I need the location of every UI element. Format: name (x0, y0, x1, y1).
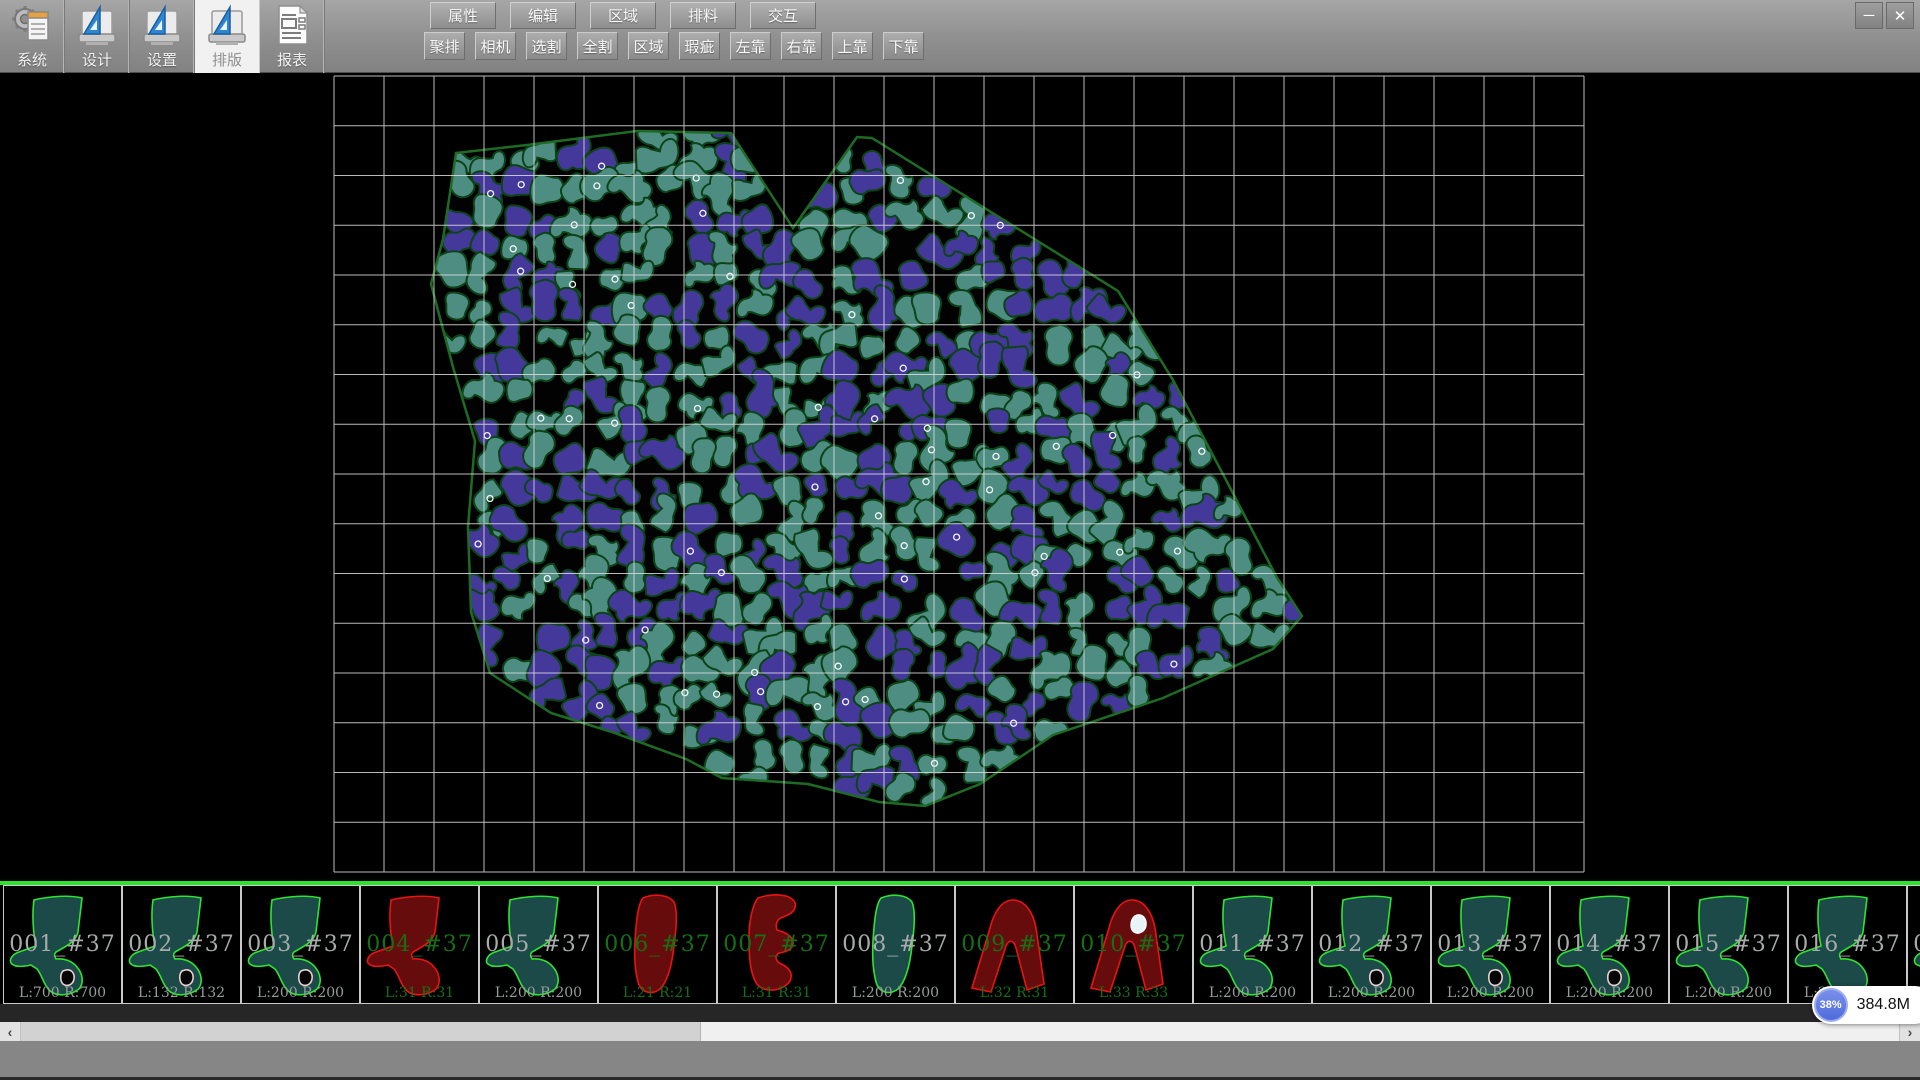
piece-thumbnail-cell[interactable]: 006_#37 L:21 R:21 (598, 885, 717, 1004)
piece-thumbnail-cell[interactable]: 002_#37 L:132 R:132 (122, 885, 241, 1004)
piece-shape-preview (956, 886, 1073, 1003)
piece-shape-preview (718, 886, 835, 1003)
piece-shape-preview (242, 886, 359, 1003)
piece-shape-preview (1670, 886, 1787, 1003)
piece-thumbnail-cell[interactable]: 015_#37 L:200 R:200 (1669, 885, 1788, 1004)
tool-button[interactable]: 区域 (628, 32, 669, 60)
piece-thumbnail-cell[interactable]: 010_#37 L:33 R:33 (1074, 885, 1193, 1004)
menu-tab[interactable]: 编辑 (510, 2, 576, 29)
tool-button[interactable]: 右靠 (781, 32, 822, 60)
piece-thumbnail-cell[interactable]: 008_#37 L:200 R:200 (836, 885, 955, 1004)
tool-button[interactable]: 相机 (475, 32, 516, 60)
piece-thumbnail-cell[interactable]: 012_#37 L:200 R:200 (1312, 885, 1431, 1004)
piece-shape-preview (361, 886, 478, 1003)
main-button-label: 系统 (17, 49, 47, 70)
piece-thumbnail-cell[interactable]: 013_#37 L:200 R:200 (1431, 885, 1550, 1004)
piece-shape-preview (123, 886, 240, 1003)
memory-status-badge: 38% 384.8M (1812, 986, 1920, 1024)
progress-percent-badge: 38% (1814, 988, 1848, 1022)
main-button-label: 排版 (212, 49, 242, 70)
main-button-bar: 系统 设计 (0, 0, 325, 73)
main-button[interactable]: 系统 (0, 0, 65, 73)
menu-tab-bar: 属性 编辑 区域 排料 交互 (430, 2, 816, 29)
nesting-canvas[interactable] (0, 73, 1920, 882)
piece-thumbnail-cell[interactable]: 005_#37 L:200 R:200 (479, 885, 598, 1004)
app-window: 系统 设计 (0, 0, 1920, 1080)
scrollbar-thumb[interactable] (20, 1022, 701, 1041)
piece-shape-preview (1075, 886, 1192, 1003)
memory-value-label: 384.8M (1857, 996, 1910, 1014)
status-bar (0, 1041, 1920, 1080)
piece-shape-preview (1194, 886, 1311, 1003)
piece-thumbnail-cell[interactable]: 001_#37 L:700 R:700 (3, 885, 122, 1004)
horizontal-scrollbar[interactable]: ‹ › (0, 1022, 1920, 1041)
tool-button[interactable]: 瑕疵 (679, 32, 720, 60)
menu-tab[interactable]: 区域 (590, 2, 656, 29)
tool-button[interactable]: 聚排 (424, 32, 465, 60)
strip-gap (0, 1004, 1920, 1022)
menu-tab[interactable]: 属性 (430, 2, 496, 29)
piece-thumbnail-cell[interactable]: 007_#37 L:31 R:31 (717, 885, 836, 1004)
piece-thumbnail-strip: 001_#37 L:700 R:700 002_#37 L:132 R:132 … (0, 885, 1920, 1004)
tool-button[interactable]: 上靠 (832, 32, 873, 60)
scroll-left-arrow-icon[interactable]: ‹ (0, 1022, 21, 1041)
main-button[interactable]: 报表 (260, 0, 325, 73)
piece-shape-preview (837, 886, 954, 1003)
piece-shape-preview (480, 886, 597, 1003)
piece-shape-preview (599, 886, 716, 1003)
main-button-label: 设计 (82, 49, 112, 70)
report-document-icon (271, 3, 313, 47)
main-button[interactable]: 设计 (65, 0, 130, 73)
main-button-label: 报表 (277, 49, 307, 70)
piece-thumbnail-cell[interactable]: 011_#37 L:200 R:200 (1193, 885, 1312, 1004)
menu-tab[interactable]: 排料 (670, 2, 736, 29)
piece-shape-preview (1432, 886, 1549, 1003)
tool-button-bar: 聚排 相机 选割 全割 区域 瑕疵 左靠 右靠 上靠 下靠 (424, 32, 924, 60)
window-controls: ─ ✕ (1855, 2, 1914, 29)
piece-shape-preview (1551, 886, 1668, 1003)
triangle-ruler-icon (76, 3, 118, 47)
tool-button[interactable]: 全割 (577, 32, 618, 60)
system-gear-icon (11, 3, 53, 47)
main-button[interactable]: 排版 (195, 0, 260, 73)
menu-tab[interactable]: 交互 (750, 2, 816, 29)
triangle-ruler-icon (141, 3, 183, 47)
close-button[interactable]: ✕ (1886, 2, 1914, 29)
tool-button[interactable]: 下靠 (883, 32, 924, 60)
tool-button[interactable]: 左靠 (730, 32, 771, 60)
nesting-layout-drawing (0, 73, 1920, 882)
tool-button[interactable]: 选割 (526, 32, 567, 60)
main-button[interactable]: 设置 (130, 0, 195, 73)
piece-thumbnail-cell[interactable]: 014_#37 L:200 R:200 (1550, 885, 1669, 1004)
scroll-right-arrow-icon[interactable]: › (1899, 1022, 1920, 1041)
piece-shape-preview (1313, 886, 1430, 1003)
piece-thumbnail-cell[interactable]: 003_#37 L:200 R:200 (241, 885, 360, 1004)
triangle-ruler-icon (206, 3, 248, 47)
piece-thumbnail-cell[interactable]: 004_#37 L:31 R:31 (360, 885, 479, 1004)
piece-thumbnail-cell[interactable]: 009_#37 L:32 R:31 (955, 885, 1074, 1004)
piece-shape-preview (4, 886, 121, 1003)
main-button-label: 设置 (147, 49, 177, 70)
toolbar: 系统 设计 (0, 0, 1920, 73)
minimize-button[interactable]: ─ (1855, 2, 1883, 29)
